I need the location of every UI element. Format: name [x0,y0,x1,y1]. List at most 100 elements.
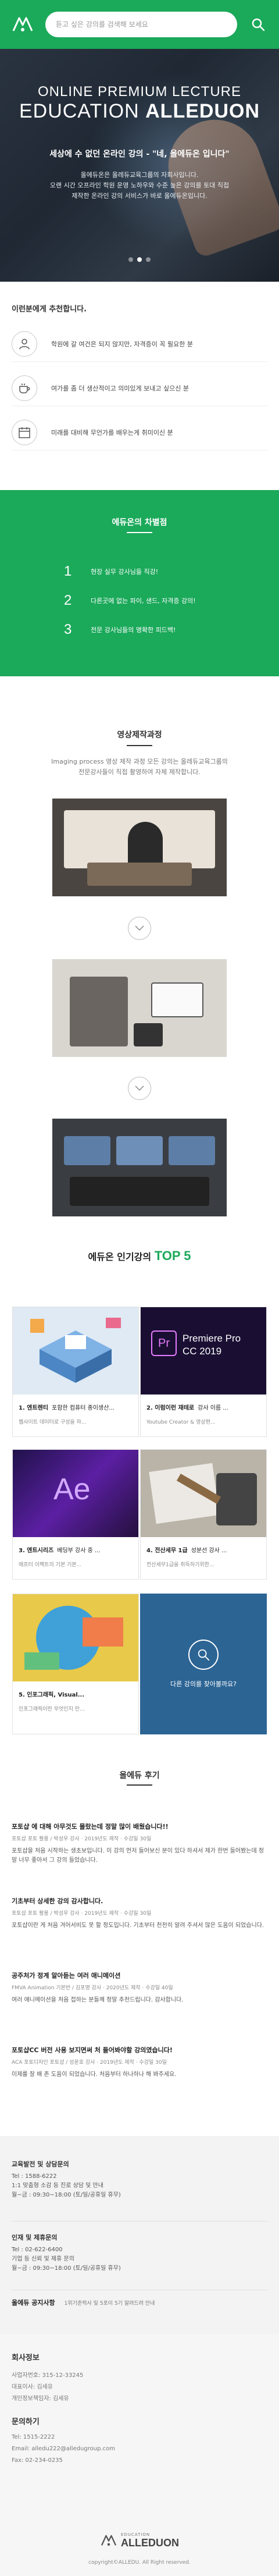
course-card[interactable]: 4. 전산세무 1급 성분선 강사 ... 전산세무1급을 취득하기위한... [140,1449,267,1580]
contact-line: 월~금 : 09:30~18:00 (토/일/공휴일 휴무) [12,2192,121,2198]
search-input[interactable] [56,20,227,29]
alleduon-logo-mark-icon [12,17,33,31]
user-icon [12,331,37,357]
course-thumbnail: Ae [13,1450,138,1537]
course-card[interactable]: Pr Premiere Pro CC 2019 2. 이럼이런 재테로 강사 이름… [140,1307,267,1437]
aftereffects-logo-icon: Ae [53,1472,91,1506]
contact-us-line: Fax: 02-234-0235 [12,2457,63,2464]
search-button[interactable] [249,15,267,34]
divider [127,1784,152,1786]
course-subtitle: 베딩부 강사 중 ... [57,1548,101,1554]
contact-us-line[interactable]: Tel: 1515-2222 [12,2434,55,2440]
course-title: 2. 이럼이런 재테로 강사 이름 ... [146,1403,263,1411]
course-card[interactable]: 1. 엔트렌티 포함한 컴퓨터 종이생산... 웹사이트 데이터로 구성을 하..… [12,1307,139,1437]
feature-item: 2 다른곳에 없는 파이, 샌드, 자격증 강의! [64,589,238,612]
search-icon [252,18,265,31]
hero-description: 올에듀온은 올레듀교육그룹의 자회사입니다. 오랜 시간 오프라인 학원 운영 … [23,170,256,201]
slider-dot-active[interactable] [137,257,142,262]
production-image-filming [52,959,227,1057]
review-item[interactable]: 포토샵 에 대해 아무것도 몰랐는데 정말 많이 배웠습니다!! 포토샵 포토 … [12,1822,267,1865]
production-desc-line: 전문강사들이 직접 촬영하여 자체 제작합니다. [78,768,201,776]
feature-text: 현장 실무 강사님들 직강! [91,568,159,576]
review-body: 여러 애니메이션을 처음 접하는 분들께 정말 추천드립니다. 감사합니다. [12,1997,184,2003]
hero-desc-line: 오랜 시간 오프라인 학원 운영 노하우와 수준 높은 강의를 토대 직접 [49,182,230,189]
chevron-down-icon [135,1085,144,1091]
thumb-subtitle: CC 2019 [183,1346,222,1357]
company-info-line: 사업자번호: 315-12-33245 [12,2372,84,2379]
contact-line: 기업 등 신뢰 및 제휴 문의 [12,2256,74,2262]
feature-text: 전문 강사님들의 명확한 피드백! [91,626,176,634]
review-body: 포토샵을 처음 시작하는 생초보입니다. 이 강의 먼저 들어보신 분이 있다 … [12,1848,264,1864]
top5-title-highlight: TOP 5 [154,1248,191,1263]
search-box[interactable] [45,12,237,37]
hero-subtitle: ONLINE PREMIUM LECTURE [37,84,242,100]
notice-label: 올에듀 공지사항 [12,2299,55,2307]
review-meta: 포토샵 포토 활용 / 박성우 강사 · 2019년도 제작 · 수강일 30일 [12,1911,152,1917]
notice-row[interactable]: 올에듀 공지사항 1위기준력사 및 5포이 5기 알려드려 안내 [12,2298,155,2307]
company-info-title: 회사정보 [12,2354,40,2362]
top5-title: 에듀온 인기강의 TOP 5 [0,1248,279,1264]
course-rank: 4. 전산세무 1급 [146,1548,188,1554]
features-section: 에듀온의 차별점 1 현장 실무 강사님들 직강! 2 다른곳에 없는 파이, … [0,490,279,676]
feature-number: 2 [64,592,72,608]
contact-title: 교육발전 및 상담문의 [12,2160,69,2168]
review-item[interactable]: 기초부터 상세한 강의 감사합니다. 포토샵 포토 활용 / 박성우 강사 · … [12,1896,267,1931]
recommend-item: 학원에 갈 여건은 되지 않지만, 자격증이 꼭 필요한 분 [12,326,267,362]
course-description: 애프터 이펙트의 기본 기본... [19,1562,82,1568]
review-title: 공주처가 정계 알아듣는 여러 애니메이션 [12,1972,121,1979]
review-body: 이제를 잘 배 존 도움이 되었습니다. 처음부터 하나하나 해 봐주세요. [12,2071,177,2078]
course-thumbnail [13,1594,138,1681]
recommend-item-text: 미래를 대비해 무언가를 배우는게 취미이신 분 [51,428,173,437]
hero-banner[interactable]: ONLINE PREMIUM LECTURE EDUCATION ALLEDUO… [0,49,279,282]
course-rank: 2. 이럼이런 재테로 [146,1405,195,1411]
review-meta: ACA 포토디자인 포토샵 / 성윤호 강사 · 2019년도 제작 · 수강일… [12,2060,167,2066]
contact-line[interactable]: Tel : 1588-6222 [12,2172,267,2181]
footer-logo: EDUCATION ALLEDUON [87,2529,192,2552]
course-card[interactable]: 5. 인포그래픽, Visual... 인포그래픽이란 무엇인지 만... [12,1594,139,1734]
recommend-item-text: 여가를 좀 더 생산적이고 의미있게 보내고 싶으신 분 [51,384,189,392]
footer-logo-small: EDUCATION [121,2532,151,2537]
feature-item: 3 전문 강사님들의 명확한 피드백! [64,618,238,641]
course-subtitle: 포함한 컴퓨터 종이생산... [52,1405,115,1411]
course-thumbnail [13,1307,138,1395]
review-meta: FMVA Animation 기본반 / 김포명 강사 · 2020년도 제작 … [12,1985,173,1991]
calendar-icon [12,419,37,445]
alleduon-logo-mark-icon [101,2535,117,2546]
review-body: 포토샵이란 게 처음 겨어서비도 못 할 정도입니다. 기초부터 천천히 알려 … [12,1922,264,1929]
divider [127,745,152,746]
production-title: 영상제작과정 [117,730,162,740]
copyright: copyright©ALLEDU. All Right reserved. [88,2560,191,2566]
slider-dot[interactable] [128,257,133,262]
course-subtitle: 성분선 강사 ... [191,1548,227,1554]
contact-title: 인재 및 제휴문의 [12,2234,58,2241]
production-image-planning [52,799,227,896]
course-card[interactable]: Ae 3. 엔트시리즈 베딩부 강사 중 ... 애프터 이펙트의 기본 기본..… [12,1449,139,1580]
slider-dot[interactable] [146,257,151,262]
chevron-down-icon [135,925,144,931]
find-more-courses-card[interactable]: 다른 강의를 찾아볼까요? [140,1594,267,1734]
next-step-button[interactable] [128,1077,151,1100]
feature-number: 1 [64,563,72,579]
course-thumbnail: Pr Premiere Pro CC 2019 [141,1307,266,1395]
course-title: 4. 전산세무 1급 성분선 강사 ... [146,1545,263,1554]
divider [12,2221,267,2222]
top5-title-prefix: 에듀온 인기강의 [88,1251,155,1262]
course-thumbnail [141,1450,266,1537]
contact-us-line[interactable]: Email: alledu222@alledugroup.com [12,2446,115,2452]
feature-number: 3 [64,622,72,637]
review-meta: 포토샵 포토 활용 / 박성우 강사 · 2019년도 제작 · 수강일 30일 [12,1836,152,1842]
recommend-item: 미래를 대비해 무언가를 배우는게 취미이신 분 [12,414,267,450]
course-rank: 5. 인포그래픽, Visual... [19,1692,85,1698]
coffee-cup-icon [12,375,37,401]
logo[interactable] [10,15,35,34]
company-info-line: 개인정보책임자: 김세유 [12,2396,69,2402]
divider [127,532,152,533]
contact-us-title: 문의하기 [12,2418,40,2426]
review-item[interactable]: 포토샵CC 버전 사용 보지면써 처 들어봐야할 강의였습니다! ACA 포토디… [12,2045,267,2080]
feature-item: 1 현장 실무 강사님들 직강! [64,560,238,583]
premiere-logo-icon: Pr [151,1330,177,1356]
contact-line[interactable]: Tel : 02-622-6400 [12,2245,267,2255]
course-description: 전산세무1급을 취득하기위한... [146,1562,214,1568]
next-step-button[interactable] [128,917,151,940]
review-item[interactable]: 공주처가 정계 알아듣는 여러 애니메이션 FMVA Animation 기본반… [12,1971,267,2005]
